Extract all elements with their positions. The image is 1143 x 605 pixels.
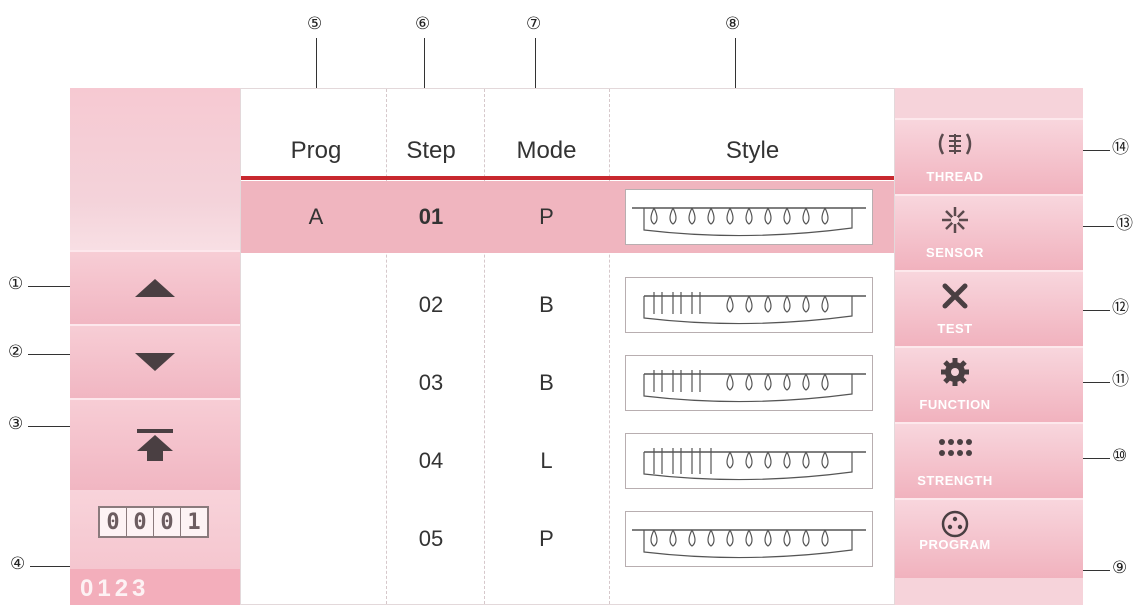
callout-9: ⑨: [1112, 558, 1128, 578]
dots-icon: [935, 432, 975, 464]
down-arrow-icon: [135, 353, 175, 371]
callout-7: ⑦: [526, 14, 542, 34]
program-button[interactable]: PROGRAM: [895, 498, 1083, 578]
program-icon: [935, 508, 975, 540]
header-style: Style: [725, 137, 780, 164]
scroll-up-button[interactable]: [70, 250, 240, 324]
callout-10: ⑩: [1112, 446, 1128, 466]
scroll-top-icon: [137, 429, 173, 461]
cell-step: 01: [418, 204, 444, 229]
cell-prog: [261, 503, 371, 575]
cell-prog: [261, 425, 371, 497]
scroll-top-button[interactable]: [70, 398, 240, 490]
counter-digit: 0: [100, 508, 127, 536]
counter-digit: 0: [127, 508, 154, 536]
cell-mode: L: [540, 448, 553, 473]
counter-digit: 0: [154, 508, 181, 536]
stitch-pattern-icon: [643, 448, 866, 481]
cell-prog: A: [308, 204, 324, 229]
callout-6: ⑥: [415, 14, 431, 34]
stitch-style-preview: [625, 355, 873, 411]
table-row[interactable]: 03 B: [241, 347, 894, 419]
header-mode: Mode: [516, 137, 577, 164]
right-panel: THREAD SENSOR TEST FUNCTION STRENGTH PRO…: [895, 88, 1083, 605]
test-label: TEST: [937, 321, 973, 336]
counter-readout: 0123: [70, 569, 240, 605]
thread-button[interactable]: THREAD: [895, 118, 1083, 194]
strength-button[interactable]: STRENGTH: [895, 422, 1083, 498]
header-step: Step: [406, 137, 456, 164]
callout-3: ③: [8, 414, 24, 434]
cell-step: 04: [418, 448, 444, 473]
callout-4: ④: [10, 554, 26, 574]
cell-step: 02: [418, 292, 444, 317]
table-row[interactable]: 04 L: [241, 425, 894, 497]
callout-13: ⑬: [1116, 214, 1133, 234]
gear-icon: [935, 356, 975, 388]
stitch-pattern-icon: [643, 370, 866, 403]
test-icon: [935, 280, 975, 312]
sensor-button[interactable]: SENSOR: [895, 194, 1083, 270]
left-panel-header: [70, 88, 240, 250]
counter-digit: 1: [187, 509, 201, 535]
test-button[interactable]: TEST: [895, 270, 1083, 346]
stitch-counter: 0 0 0 1: [70, 490, 240, 569]
cell-prog: [261, 269, 371, 341]
strength-label: STRENGTH: [917, 473, 993, 488]
thread-label: THREAD: [926, 169, 984, 184]
thread-icon: [935, 128, 975, 160]
table-row[interactable]: 02 B: [241, 269, 894, 341]
scroll-down-button[interactable]: [70, 324, 240, 398]
cell-step: 05: [418, 526, 444, 551]
cell-mode: P: [539, 526, 554, 551]
callout-12: ⑫: [1112, 298, 1129, 318]
sensor-label: SENSOR: [926, 245, 984, 260]
counter-value: 0123: [80, 575, 150, 602]
stitch-style-preview: [625, 511, 873, 567]
table-row[interactable]: 05 P: [241, 503, 894, 575]
counter-display: 0 0 0 1: [98, 506, 209, 538]
stitch-pattern-icon: [632, 207, 866, 237]
table-row[interactable]: A 01 P: [241, 181, 894, 253]
callout-1: ①: [8, 274, 24, 294]
cell-prog: [261, 347, 371, 419]
callout-2: ②: [8, 342, 24, 362]
program-label: PROGRAM: [919, 537, 991, 552]
callout-11: ⑪: [1112, 370, 1129, 390]
stitch-style-preview: [625, 189, 873, 245]
left-panel: 0 0 0 1 0123: [70, 88, 240, 605]
function-button[interactable]: FUNCTION: [895, 346, 1083, 422]
stitch-pattern-icon: [643, 292, 866, 325]
stitch-style-preview: [625, 433, 873, 489]
cell-mode: B: [539, 292, 554, 317]
stitch-pattern-icon: [632, 529, 866, 559]
stitch-style-preview: [625, 277, 873, 333]
sensor-icon: [935, 204, 975, 236]
cell-step: 03: [418, 370, 444, 395]
cell-mode: P: [539, 204, 554, 229]
up-arrow-icon: [135, 279, 175, 297]
cell-mode: B: [539, 370, 554, 395]
callout-14: ⑭: [1112, 138, 1129, 158]
callout-5: ⑤: [307, 14, 323, 34]
function-label: FUNCTION: [919, 397, 991, 412]
header-prog: Prog: [290, 137, 342, 164]
program-table: Prog Step Mode Style A 01 P 02 B 03 B 04…: [240, 88, 895, 605]
header-rule: [241, 176, 894, 180]
callout-8: ⑧: [725, 14, 741, 34]
